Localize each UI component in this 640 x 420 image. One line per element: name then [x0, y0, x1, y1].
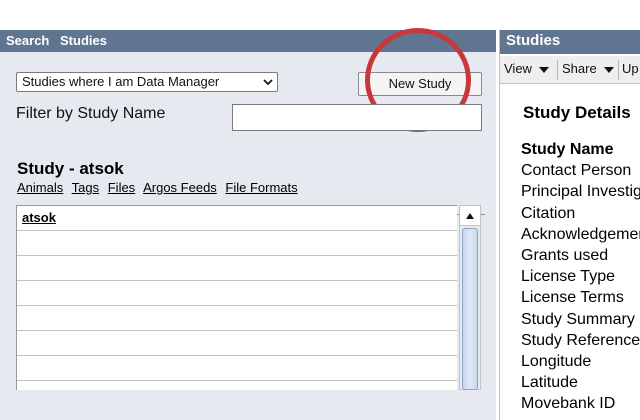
panel-toolbar: View Share Up	[500, 56, 640, 84]
detail-field: Acknowledgements	[521, 225, 640, 243]
detail-field: Longitude	[521, 353, 592, 371]
nav-search-link[interactable]: Search	[6, 33, 49, 48]
file-formats-link[interactable]: File Formats	[225, 180, 297, 195]
list-item[interactable]	[17, 356, 457, 381]
scroll-thumb[interactable]	[462, 228, 478, 390]
detail-field: Study Name	[521, 141, 614, 158]
filter-study-name-input[interactable]	[232, 104, 482, 131]
panel-header: Studies	[500, 30, 640, 54]
list-item-label[interactable]: atsok	[22, 210, 56, 225]
study-links: Animals Tags Files Argos Feeds File Form…	[17, 180, 303, 195]
files-link[interactable]: Files	[108, 180, 135, 195]
caret-down-icon	[538, 66, 549, 73]
filter-label: Filter by Study Name	[16, 105, 166, 122]
new-study-button[interactable]: New Study	[358, 72, 482, 96]
argos-feeds-link[interactable]: Argos Feeds	[143, 180, 217, 195]
view-menu-label: View	[504, 61, 532, 76]
share-menu[interactable]: Share	[562, 61, 614, 76]
list-item[interactable]	[17, 331, 457, 356]
panel-title: Studies	[506, 32, 561, 49]
list-item[interactable]	[17, 231, 457, 256]
detail-field: Study Summary	[521, 310, 635, 328]
toolbar-separator	[618, 60, 619, 80]
list-scrollbar[interactable]	[459, 205, 481, 390]
detail-field: License Terms	[521, 289, 624, 307]
detail-field: License Type	[521, 268, 615, 286]
study-filter-select[interactable]: Studies where I am Data Manager	[16, 72, 278, 92]
share-menu-label: Share	[562, 61, 597, 76]
toolbar-separator	[557, 60, 558, 80]
list-item[interactable]: atsok	[17, 206, 457, 231]
detail-field: Principal Investigator	[521, 183, 640, 201]
detail-field: Latitude	[521, 374, 578, 392]
top-nav: Search Studies	[0, 30, 496, 52]
tags-link[interactable]: Tags	[72, 180, 99, 195]
nav-studies-link[interactable]: Studies	[60, 33, 107, 48]
list-item[interactable]	[17, 256, 457, 281]
detail-field: Contact Person	[521, 162, 632, 180]
study-filter-selected-value: Studies where I am Data Manager	[22, 74, 220, 89]
detail-field: Grants used	[521, 247, 609, 265]
study-details-panel: Studies View Share Up Study Details Stud…	[499, 30, 640, 420]
up-menu[interactable]: Up	[622, 61, 639, 76]
arrow-up-icon	[466, 213, 474, 219]
detail-field: Citation	[521, 204, 576, 222]
list-item[interactable]	[17, 281, 457, 306]
detail-field: Study Reference	[521, 331, 640, 349]
study-list: atsok	[16, 205, 457, 390]
study-details-fields: Study Name Contact Person Principal Inve…	[521, 139, 640, 415]
detail-field: Movebank ID	[521, 395, 616, 413]
chevron-down-icon	[263, 79, 273, 86]
scroll-up-button[interactable]	[460, 206, 480, 226]
study-details-title: Study Details	[523, 103, 631, 122]
list-item[interactable]	[17, 381, 457, 390]
view-menu[interactable]: View	[504, 61, 549, 76]
study-heading: Study - atsok	[17, 159, 124, 178]
caret-down-icon	[603, 66, 614, 73]
list-item[interactable]	[17, 306, 457, 331]
animals-link[interactable]: Animals	[17, 180, 63, 195]
app-root: Search Studies Studies where I am Data M…	[0, 0, 640, 420]
